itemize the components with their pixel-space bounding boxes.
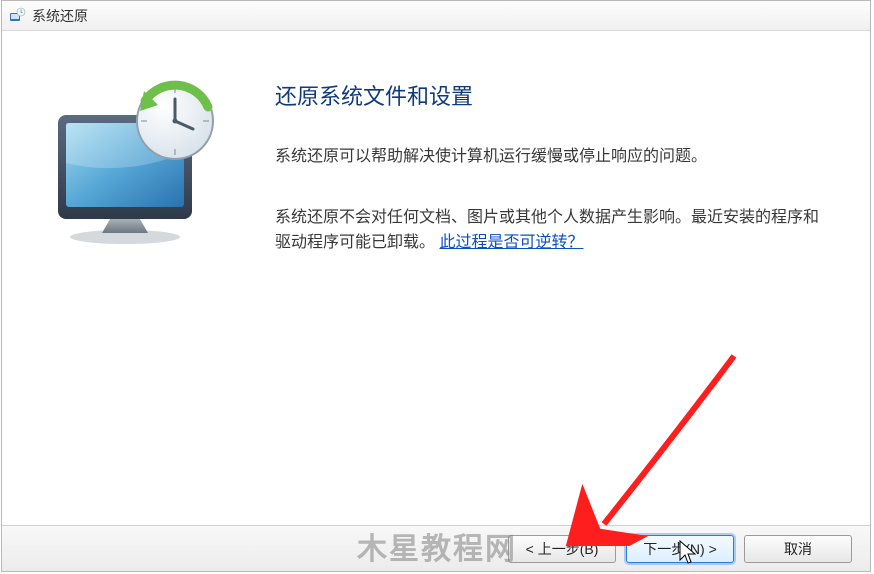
system-restore-icon [8, 7, 26, 25]
left-illustration-panel [2, 31, 267, 525]
next-button[interactable]: 下一步(N) > [626, 535, 734, 563]
system-restore-window: 系统还原 [1, 0, 871, 572]
paragraph-1: 系统还原可以帮助解决使计算机运行缓慢或停止响应的问题。 [275, 145, 828, 170]
titlebar: 系统还原 [2, 1, 870, 31]
reversible-link[interactable]: 此过程是否可逆转？ [439, 234, 583, 251]
page-heading: 还原系统文件和设置 [275, 79, 828, 111]
button-bar: < 上一步(B) 下一步(N) > 取消 [2, 525, 870, 571]
right-text-panel: 还原系统文件和设置 系统还原可以帮助解决使计算机运行缓慢或停止响应的问题。 系统… [267, 31, 870, 525]
monitor-clock-illustration [40, 77, 230, 247]
paragraph-2: 系统还原不会对任何文档、图片或其他个人数据产生影响。最近安装的程序和驱动程序可能… [275, 206, 828, 256]
cancel-button[interactable]: 取消 [744, 535, 852, 563]
window-title: 系统还原 [32, 6, 88, 26]
back-button[interactable]: < 上一步(B) [508, 535, 616, 563]
content-area: 还原系统文件和设置 系统还原可以帮助解决使计算机运行缓慢或停止响应的问题。 系统… [2, 31, 870, 525]
